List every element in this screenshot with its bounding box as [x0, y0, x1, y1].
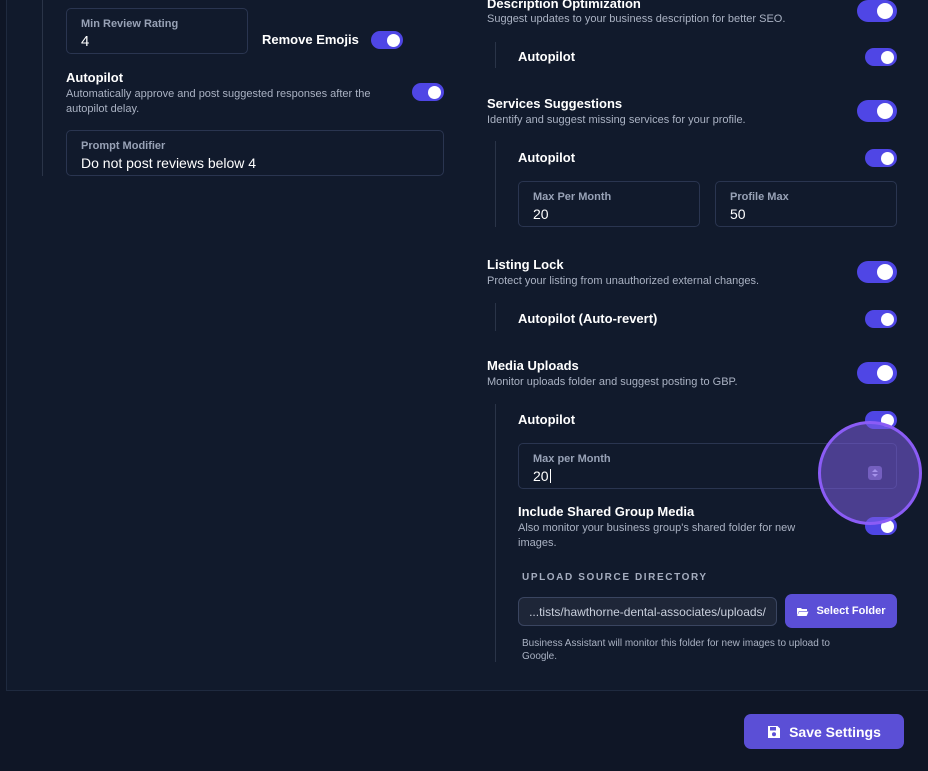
media-uploads-title: Media Uploads [487, 358, 579, 373]
prompt-modifier-label: Prompt Modifier [81, 140, 166, 152]
services-suggestions-desc: Identify and suggest missing services fo… [487, 114, 746, 126]
select-folder-button[interactable]: Select Folder [785, 594, 897, 628]
folder-open-icon [797, 607, 809, 616]
media-max-per-month-value: 20 [533, 468, 549, 484]
description-optimization-autopilot-label: Autopilot [518, 49, 576, 64]
description-optimization-desc: Suggest updates to your business descrip… [487, 13, 786, 25]
listing-lock-toggle[interactable] [857, 261, 897, 283]
listing-lock-title: Listing Lock [487, 257, 564, 272]
prompt-modifier-field[interactable]: Prompt Modifier Do not post reviews belo… [66, 130, 444, 176]
media-max-per-month-label: Max per Month [533, 453, 611, 465]
services-suggestions-rule [495, 141, 496, 227]
description-optimization-autopilot-toggle[interactable] [865, 48, 897, 66]
listing-lock-desc: Protect your listing from unauthorized e… [487, 275, 760, 287]
upload-path-value: ...tists/hawthorne-dental-associates/upl… [529, 604, 766, 619]
toggle-knob [877, 103, 893, 119]
services-profile-max-value: 50 [730, 206, 746, 222]
services-suggestions-title: Services Suggestions [487, 96, 623, 111]
toggle-knob [881, 50, 894, 64]
prompt-modifier-value: Do not post reviews below 4 [81, 155, 257, 171]
description-optimization-rule [495, 42, 496, 68]
save-settings-label: Save Settings [789, 723, 881, 740]
services-profile-max-field[interactable]: Profile Max 50 [715, 181, 897, 227]
services-suggestions-autopilot-toggle[interactable] [865, 149, 897, 167]
shared-group-desc: Also monitor your business group's share… [518, 521, 828, 551]
left-autopilot-title: Autopilot [66, 70, 124, 85]
services-profile-max-label: Profile Max [730, 191, 789, 203]
media-uploads-rule [495, 404, 496, 662]
upload-helper-text: Business Assistant will monitor this fol… [522, 637, 894, 663]
text-caret [549, 469, 551, 483]
services-suggestions-toggle[interactable] [857, 100, 897, 122]
min-review-rating-label: Min Review Rating [81, 18, 179, 30]
media-max-per-month-input[interactable]: 20 [533, 468, 551, 484]
toggle-knob [877, 365, 893, 381]
click-highlight-overlay [818, 421, 922, 525]
media-uploads-toggle[interactable] [857, 362, 897, 384]
description-optimization-toggle[interactable] [857, 0, 897, 22]
toggle-knob [881, 151, 894, 165]
remove-emojis-toggle[interactable] [371, 31, 403, 49]
shared-group-desc-line1: Also monitor your business group's share… [518, 522, 796, 534]
min-review-rating-value: 4 [81, 33, 90, 50]
services-max-per-month-value: 20 [533, 206, 549, 222]
floppy-disk-icon [768, 725, 781, 738]
toggle-knob [428, 85, 441, 99]
left-autopilot-desc-line2: autopilot delay. [66, 103, 140, 115]
toggle-knob [877, 264, 893, 280]
toggle-knob [881, 312, 894, 326]
listing-lock-autopilot-toggle[interactable] [865, 310, 897, 328]
media-uploads-desc: Monitor uploads folder and suggest posti… [487, 376, 738, 388]
remove-emojis-label: Remove Emojis [262, 32, 359, 47]
shared-group-title: Include Shared Group Media [518, 504, 695, 519]
toggle-knob [387, 33, 400, 47]
upload-source-directory-label: UPLOAD SOURCE DIRECTORY [522, 572, 708, 583]
left-autopilot-toggle[interactable] [412, 83, 444, 101]
listing-lock-autopilot-label: Autopilot (Auto-revert) [518, 311, 658, 326]
services-max-per-month-field[interactable]: Max Per Month 20 [518, 181, 700, 227]
shared-group-desc-line2: images. [518, 537, 557, 549]
upload-path-field[interactable]: ...tists/hawthorne-dental-associates/upl… [518, 597, 777, 626]
left-section-rule [42, 0, 43, 176]
left-autopilot-desc-line1: Automatically approve and post suggested… [66, 88, 371, 100]
description-optimization-title: Description Optimization [487, 0, 641, 11]
listing-lock-rule [495, 303, 496, 331]
select-folder-label: Select Folder [816, 605, 886, 617]
services-suggestions-autopilot-label: Autopilot [518, 150, 576, 165]
left-autopilot-desc: Automatically approve and post suggested… [66, 87, 406, 117]
services-max-per-month-label: Max Per Month [533, 191, 612, 203]
media-uploads-autopilot-label: Autopilot [518, 412, 576, 427]
upload-helper-line2: Google. [522, 651, 558, 662]
upload-helper-line1: Business Assistant will monitor this fol… [522, 638, 830, 649]
save-settings-button[interactable]: Save Settings [744, 714, 904, 749]
toggle-knob [877, 3, 893, 19]
min-review-rating-field[interactable]: Min Review Rating 4 [66, 8, 248, 54]
